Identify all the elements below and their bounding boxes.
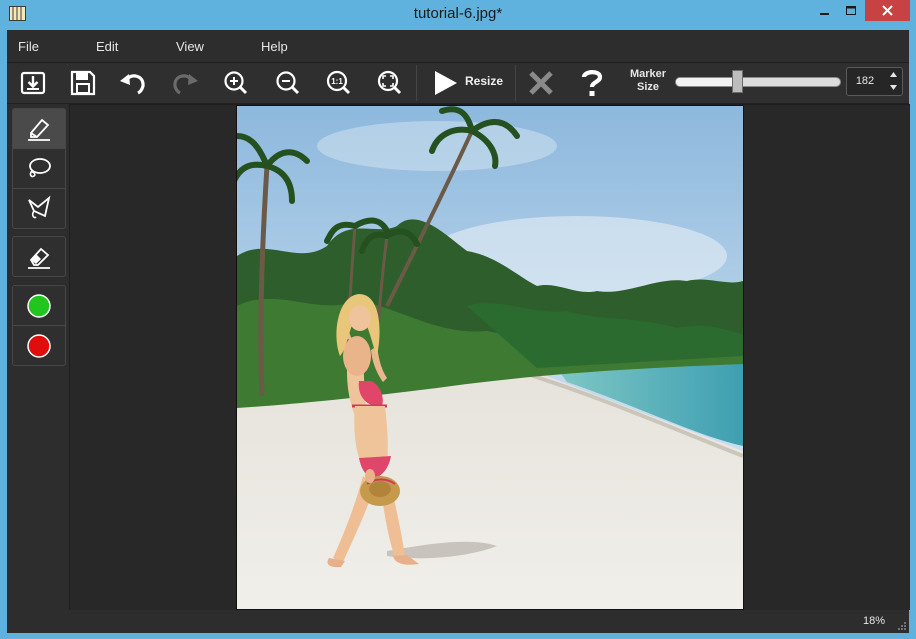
eraser-icon (28, 247, 50, 269)
marker-label-line1: Marker (629, 68, 667, 80)
maximize-icon (845, 5, 856, 15)
zoom-fit-button[interactable] (371, 65, 409, 101)
marker-size-slider[interactable] (675, 77, 841, 87)
eraser-tools (12, 236, 66, 277)
toolbar-separator (515, 65, 516, 101)
marker-brush-icon (28, 118, 50, 141)
status-bar: 18% (7, 610, 909, 633)
slider-thumb[interactable] (732, 70, 743, 93)
minimize-button[interactable] (812, 0, 838, 21)
title-bar: tutorial-6.jpg* (0, 0, 916, 30)
lasso-tool[interactable] (13, 149, 65, 189)
zoom-out-button[interactable] (269, 65, 307, 101)
zoom-in-button[interactable] (217, 65, 255, 101)
beach-photo[interactable] (236, 105, 744, 610)
marker-size-value: 182 (855, 75, 875, 87)
zoom-actual-size-icon: 1:1 (326, 70, 351, 95)
zoom-in-icon (224, 71, 248, 95)
marker-color-tools (12, 285, 66, 366)
open-button[interactable] (14, 65, 52, 101)
cancel-icon (529, 71, 553, 95)
window-title: tutorial-6.jpg* (413, 5, 503, 22)
keep-marker-icon (27, 293, 51, 318)
resize-grip-icon[interactable] (897, 621, 907, 631)
keep-marker-tool[interactable] (13, 286, 65, 326)
save-icon (70, 70, 96, 96)
image-canvas[interactable] (69, 104, 910, 610)
marker-brush-tool[interactable] (13, 109, 65, 149)
eraser-tool[interactable] (13, 237, 65, 276)
undo-button[interactable] (114, 65, 152, 101)
spin-down-button[interactable] (885, 81, 901, 94)
svg-text:1:1: 1:1 (331, 77, 343, 86)
maximize-button[interactable] (838, 0, 864, 21)
cancel-button[interactable] (522, 65, 560, 101)
help-button[interactable] (573, 65, 611, 101)
redo-icon (173, 74, 198, 95)
redo-button[interactable] (166, 65, 204, 101)
chevron-down-icon (889, 85, 897, 90)
toolbar: 1:1 Resize Marker Size 182 (7, 63, 909, 104)
menu-help[interactable]: Help (261, 39, 288, 54)
chevron-up-icon (889, 72, 897, 77)
zoom-out-icon (276, 71, 300, 95)
polygon-lasso-icon (28, 195, 51, 218)
play-icon (435, 71, 457, 95)
remove-marker-icon (27, 333, 51, 358)
slider-fill (676, 78, 737, 86)
selection-tools (12, 108, 66, 229)
menu-edit[interactable]: Edit (96, 39, 118, 54)
remove-marker-tool[interactable] (13, 326, 65, 365)
help-icon (581, 70, 603, 96)
minimize-icon (820, 12, 829, 15)
undo-icon (120, 74, 145, 95)
app-window: File Edit View Help 1:1 Resize Marker Si… (7, 30, 910, 633)
menu-view[interactable]: View (176, 39, 204, 54)
marker-size-spinbox[interactable]: 182 (846, 67, 903, 96)
zoom-fit-icon (377, 70, 402, 95)
menu-bar: File Edit View Help (7, 30, 909, 63)
menu-file[interactable]: File (18, 39, 39, 54)
save-button[interactable] (64, 65, 102, 101)
resize-label: Resize (465, 74, 504, 88)
open-file-icon (20, 71, 46, 95)
zoom-level: 18% (862, 615, 885, 627)
polygon-lasso-tool[interactable] (13, 189, 65, 228)
lasso-icon (29, 157, 51, 177)
marker-size-label: Marker Size (622, 68, 674, 94)
marker-label-line2: Size (636, 81, 659, 93)
zoom-actual-size-button[interactable]: 1:1 (320, 65, 358, 101)
tool-panel (7, 104, 69, 614)
spin-up-button[interactable] (885, 68, 901, 81)
close-icon (882, 5, 893, 16)
close-button[interactable] (865, 0, 910, 21)
toolbar-separator (416, 65, 417, 101)
